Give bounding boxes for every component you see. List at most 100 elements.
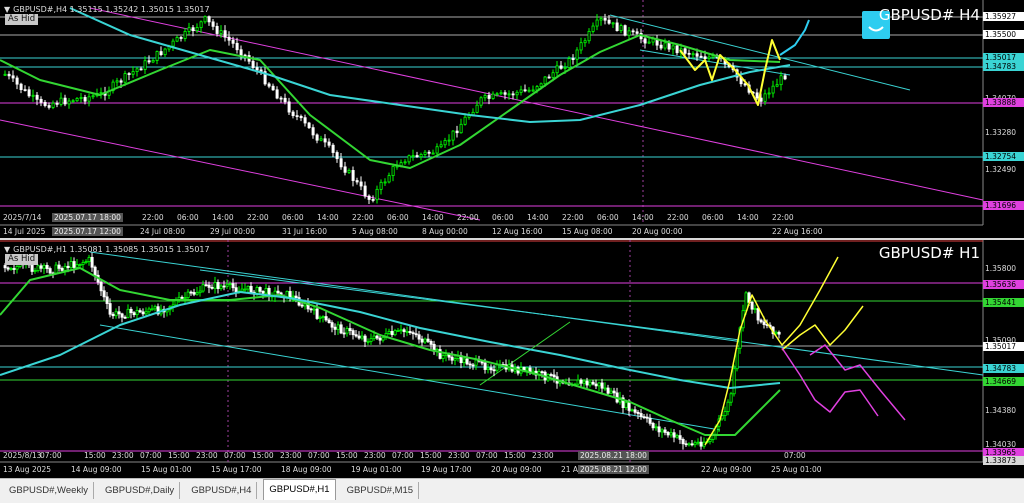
h4-candle xyxy=(351,166,355,187)
h4-candle xyxy=(767,87,771,99)
h1-candle xyxy=(93,265,97,281)
h1-candle xyxy=(222,280,226,291)
h1-candle xyxy=(444,349,448,362)
time-label: 07:00 xyxy=(140,451,162,460)
h1-hide-button[interactable]: As Hid xyxy=(5,254,39,265)
h4-candle xyxy=(279,96,283,103)
h1-candle xyxy=(345,326,349,337)
h4-candle xyxy=(111,79,115,94)
h1-candle xyxy=(234,282,238,298)
h1-candle xyxy=(138,308,142,314)
price-label: 1.32754 xyxy=(983,152,1024,161)
h4-candle xyxy=(623,24,627,37)
chart-tab[interactable]: GBPUSD#,H1 xyxy=(263,479,336,500)
h1-chart-panel[interactable]: ▼ GBPUSD#,H1 1.35081 1.35085 1.35015 1.35… xyxy=(0,240,1024,477)
h1-candle xyxy=(648,414,652,426)
crosshair-time-label: 2025/7/14 xyxy=(3,213,42,222)
h4-candle xyxy=(299,114,303,122)
time-label: 07:00 xyxy=(392,451,414,460)
h4-candle xyxy=(615,18,619,32)
h1-candle xyxy=(576,374,580,386)
chart-tab[interactable]: GBPUSD#,Daily xyxy=(100,482,181,499)
h4-candle xyxy=(511,91,515,100)
h1-ohlc-info: ▼ GBPUSD#,H1 1.35081 1.35085 1.35015 1.35… xyxy=(4,245,210,254)
h1-candle xyxy=(219,283,223,291)
h4-candle xyxy=(259,67,263,75)
h4-candle xyxy=(159,46,163,57)
h1-candle xyxy=(120,312,124,323)
h1-candle xyxy=(408,325,412,335)
h1-candle xyxy=(507,359,511,372)
price-label: 1.35927 xyxy=(983,12,1024,21)
h1-candle xyxy=(657,420,661,437)
h4-candle xyxy=(647,37,651,45)
h4-candle xyxy=(19,82,23,94)
h1-candle xyxy=(366,338,370,346)
h1-candle xyxy=(90,252,94,272)
time-label: 22:00 xyxy=(352,213,374,222)
h1-candle xyxy=(384,328,388,340)
h4-candle xyxy=(491,91,495,100)
time-label: 14:00 xyxy=(527,213,549,222)
h1-candle xyxy=(399,324,403,335)
h4-channel-line xyxy=(0,119,481,221)
h4-chart-panel[interactable]: ▼ GBPUSD#,H4 1.35115 1.35242 1.35015 1.35… xyxy=(0,0,1024,238)
time-label: 20 Aug 09:00 xyxy=(491,465,542,474)
h1-candle xyxy=(135,306,139,319)
h4-candle xyxy=(519,85,523,96)
h4-hide-button[interactable]: As Hid xyxy=(5,14,39,25)
chart-tab[interactable]: GBPUSD#,M15 xyxy=(342,482,420,499)
chart-tab[interactable]: GBPUSD#,H4 xyxy=(186,482,258,499)
h1-candle xyxy=(102,286,106,301)
h1-candle xyxy=(675,433,679,439)
h4-candle xyxy=(755,88,759,101)
h1-ma-slow xyxy=(0,291,781,389)
h1-trend-line xyxy=(199,269,741,341)
h4-candle xyxy=(275,86,279,100)
h1-chart-canvas[interactable] xyxy=(0,240,1024,477)
h1-candle xyxy=(594,379,598,390)
h4-candle xyxy=(135,67,139,77)
h4-candle xyxy=(39,96,43,107)
h1-candle xyxy=(324,310,328,322)
h4-candle xyxy=(779,71,783,91)
h1-candle xyxy=(459,351,463,369)
h1-candle xyxy=(429,339,433,350)
h1-candle xyxy=(549,372,553,377)
crosshair-time-label: 2025.07.17 12:00 xyxy=(52,227,123,236)
h1-candle xyxy=(465,353,469,366)
h4-candle xyxy=(359,176,363,191)
h1-candle xyxy=(357,331,361,340)
h4-candle xyxy=(643,36,647,49)
h4-candle xyxy=(515,90,519,100)
h4-candle xyxy=(71,99,75,104)
chart-tab[interactable]: GBPUSD#,Weekly xyxy=(4,482,95,499)
time-label: 15 Aug 17:00 xyxy=(211,465,262,474)
time-label: 13 Aug 2025 xyxy=(3,465,52,474)
h4-candle xyxy=(655,35,659,51)
h1-candle xyxy=(423,337,427,345)
h4-candle xyxy=(131,66,135,79)
h4-candle xyxy=(51,100,55,110)
h1-candle xyxy=(45,262,49,273)
h4-candle xyxy=(3,70,7,76)
h4-candle xyxy=(699,52,703,58)
h1-candle xyxy=(318,315,322,323)
h1-candle xyxy=(591,379,595,386)
h4-candle xyxy=(67,97,71,109)
h1-candle xyxy=(321,315,325,323)
h1-candle xyxy=(123,315,127,319)
h1-candle xyxy=(663,426,667,436)
price-label: 1.35441 xyxy=(983,298,1024,307)
h1-candle xyxy=(726,399,730,416)
h1-candle xyxy=(216,279,220,294)
h4-candle xyxy=(579,37,583,54)
time-label: 14 Aug 09:00 xyxy=(71,465,122,474)
h4-candle xyxy=(459,118,463,134)
h1-candle xyxy=(39,263,43,273)
h1-candle xyxy=(630,408,634,412)
time-label: 14 Jul 2025 xyxy=(3,227,46,236)
h1-candle xyxy=(642,414,646,420)
h1-candle xyxy=(693,440,697,448)
h4-candle xyxy=(55,100,59,108)
